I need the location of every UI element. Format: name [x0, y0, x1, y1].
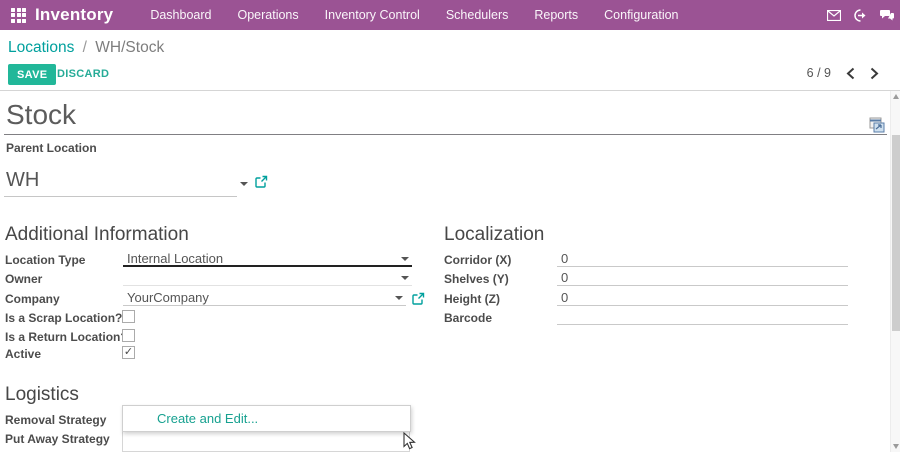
corridor-label: Corridor (X)	[444, 253, 511, 267]
is-scrap-label: Is a Scrap Location?	[5, 311, 122, 325]
app-name[interactable]: Inventory	[35, 5, 113, 25]
putaway-strategy-label: Put Away Strategy	[5, 432, 110, 446]
pager-previous-icon[interactable]	[846, 67, 855, 80]
title-underline	[4, 134, 887, 135]
removal-strategy-label: Removal Strategy	[5, 413, 106, 427]
breadcrumb-separator: /	[83, 39, 87, 56]
shelves-label: Shelves (Y)	[444, 272, 509, 286]
company-external-link-icon[interactable]	[412, 292, 425, 305]
company-field[interactable]: YourCompany	[123, 290, 406, 306]
parent-location-label: Parent Location	[6, 141, 97, 155]
menu-dashboard[interactable]: Dashboard	[150, 8, 211, 22]
breadcrumb-current: WH/Stock	[95, 39, 164, 56]
vertical-scrollbar[interactable]	[890, 91, 900, 452]
company-caret-icon	[395, 296, 403, 300]
corridor-field[interactable]: 0	[557, 251, 848, 267]
check-icon: ✓	[124, 346, 133, 358]
location-type-label: Location Type	[5, 253, 85, 267]
create-and-edit-option[interactable]: Create and Edit...	[123, 406, 410, 431]
section-additional-information: Additional Information	[5, 224, 189, 246]
barcode-field[interactable]	[557, 309, 848, 325]
menu-configuration[interactable]: Configuration	[604, 8, 678, 22]
control-panel-divider	[0, 90, 900, 91]
height-field[interactable]: 0	[557, 290, 848, 306]
record-pager: 6 / 9	[807, 66, 879, 80]
main-menu: Dashboard Operations Inventory Control S…	[150, 8, 678, 22]
navbar-systray	[827, 0, 894, 30]
parent-location-value[interactable]: WH	[6, 169, 39, 192]
owner-label: Owner	[5, 272, 42, 286]
parent-location-underline	[4, 196, 237, 197]
section-localization: Localization	[444, 224, 544, 246]
putaway-strategy-dropdown: Create and Edit...	[122, 405, 411, 432]
location-type-caret-icon	[401, 257, 409, 261]
breadcrumb: Locations / WH/Stock	[8, 39, 164, 57]
shelves-field[interactable]: 0	[557, 270, 848, 286]
active-checkbox[interactable]: ✓	[122, 346, 135, 359]
messages-icon[interactable]	[827, 10, 841, 21]
is-return-checkbox[interactable]	[122, 329, 135, 342]
parent-location-caret-icon[interactable]	[240, 182, 248, 186]
active-label: Active	[5, 347, 41, 361]
menu-schedulers[interactable]: Schedulers	[446, 8, 509, 22]
menu-inventory-control[interactable]: Inventory Control	[325, 8, 420, 22]
save-button[interactable]: SAVE	[8, 64, 56, 85]
owner-caret-icon	[401, 276, 409, 280]
location-name-field[interactable]: Stock	[6, 99, 76, 131]
scroll-down-icon[interactable]	[893, 444, 899, 449]
menu-reports[interactable]: Reports	[534, 8, 578, 22]
discard-button[interactable]: DISCARD	[57, 68, 109, 80]
section-logistics: Logistics	[5, 384, 79, 406]
breadcrumb-locations[interactable]: Locations	[8, 39, 74, 56]
pager-count: 6 / 9	[807, 66, 831, 80]
apps-menu-icon[interactable]	[11, 8, 26, 23]
scrollbar-thumb[interactable]	[892, 135, 900, 331]
is-return-label: Is a Return Location?	[5, 330, 128, 344]
menu-operations[interactable]: Operations	[237, 8, 298, 22]
company-label: Company	[5, 292, 60, 306]
layered-windows-icon[interactable]	[867, 117, 886, 134]
top-navbar: Inventory Dashboard Operations Inventory…	[0, 0, 900, 30]
putaway-strategy-input[interactable]	[122, 431, 410, 452]
inventory-location-form-page: Inventory Dashboard Operations Inventory…	[0, 0, 900, 452]
is-scrap-checkbox[interactable]	[122, 310, 135, 323]
parent-location-external-link-icon[interactable]	[255, 175, 268, 188]
location-type-select[interactable]: Internal Location	[123, 251, 412, 267]
height-label: Height (Z)	[444, 292, 500, 306]
chat-icon[interactable]	[880, 9, 894, 21]
owner-field[interactable]	[123, 270, 412, 286]
barcode-label: Barcode	[444, 311, 492, 325]
pager-next-icon[interactable]	[870, 67, 879, 80]
scroll-up-icon[interactable]	[893, 94, 899, 99]
logout-icon[interactable]	[854, 9, 867, 22]
